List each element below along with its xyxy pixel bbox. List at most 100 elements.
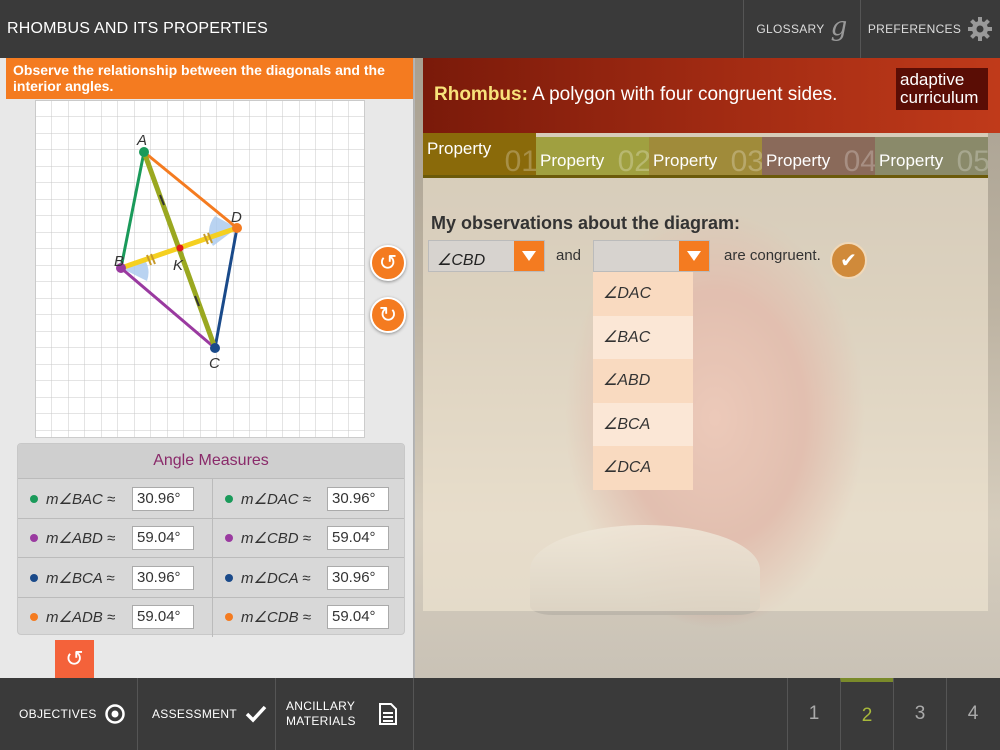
tab-label: Property bbox=[879, 151, 944, 170]
angle-measure: m∠ADB ≈ 59.04° bbox=[18, 598, 212, 637]
page-1-button[interactable]: 1 bbox=[787, 678, 840, 750]
angle-name: m∠ABD ≈ bbox=[46, 530, 116, 547]
vertex-c[interactable] bbox=[210, 343, 220, 353]
congruent-label: are congruent. bbox=[724, 247, 821, 264]
grid bbox=[35, 100, 365, 438]
angle-measures-title: Angle Measures bbox=[18, 444, 404, 478]
tab-number: 02 bbox=[617, 145, 649, 175]
tab-label: Property bbox=[766, 151, 831, 170]
angle-name: m∠CDB ≈ bbox=[241, 609, 312, 626]
tab-property-01[interactable]: Property 01 bbox=[423, 133, 536, 175]
checkmark-icon: ✔ bbox=[840, 250, 857, 272]
angle-measure: m∠BAC ≈ 30.96° bbox=[18, 479, 212, 518]
tab-property-02[interactable]: Property 02 bbox=[536, 137, 649, 175]
rhombus-diagram[interactable]: A B C D K bbox=[35, 100, 365, 438]
top-bar: RHOMBUS AND ITS PROPERTIES GLOSSARY g PR… bbox=[0, 0, 1000, 58]
target-icon bbox=[104, 704, 125, 724]
instruction-banner: Observe the relationship between the dia… bbox=[6, 58, 413, 99]
angle-measure: m∠DAC ≈ 30.96° bbox=[212, 479, 406, 518]
color-dot bbox=[225, 534, 233, 542]
objectives-label: OBJECTIVES bbox=[19, 707, 97, 721]
preferences-button[interactable]: PREFERENCES bbox=[860, 0, 1000, 58]
assessment-button[interactable]: ASSESSMENT bbox=[138, 678, 276, 750]
tab-property-05[interactable]: Property 05 bbox=[875, 137, 988, 175]
dropdown-option[interactable]: ∠DCA bbox=[593, 446, 693, 490]
brand-line-2: curriculum bbox=[900, 88, 979, 107]
angle-measure: m∠CDB ≈ 59.04° bbox=[212, 597, 406, 637]
glossary-button[interactable]: GLOSSARY g bbox=[743, 0, 860, 58]
glossary-icon: g bbox=[830, 12, 848, 42]
angle-dropdown-menu: ∠DAC ∠BAC ∠ABD ∠BCA ∠DCA bbox=[593, 272, 693, 490]
angle-row: m∠BCA ≈ 30.96° m∠DCA ≈ 30.96° bbox=[18, 557, 404, 597]
color-dot bbox=[225, 494, 233, 503]
angle-name: m∠CBD ≈ bbox=[241, 530, 312, 547]
angle-name: m∠DAC ≈ bbox=[241, 490, 312, 508]
angle-name: m∠DCA ≈ bbox=[241, 569, 311, 587]
tab-label: Property bbox=[540, 151, 605, 170]
preferences-label: PREFERENCES bbox=[867, 22, 962, 36]
angle-value: 59.04° bbox=[132, 526, 194, 550]
brand-line-1: adaptive bbox=[900, 70, 965, 89]
angle-measure: m∠BCA ≈ 30.96° bbox=[18, 558, 212, 597]
tab-property-03[interactable]: Property 03 bbox=[649, 137, 762, 175]
definition-text: A polygon with four congruent sides. bbox=[527, 84, 838, 105]
dropdown-arrow-icon[interactable] bbox=[514, 241, 544, 271]
definition-term: Rhombus: bbox=[434, 84, 528, 105]
color-dot bbox=[30, 494, 38, 503]
tab-number: 03 bbox=[730, 145, 762, 175]
color-dot bbox=[30, 613, 38, 621]
label-d: D bbox=[231, 209, 242, 226]
dropdown-option[interactable]: ∠BAC bbox=[593, 316, 693, 360]
and-label: and bbox=[556, 247, 582, 264]
reset-icon: ↺ bbox=[65, 646, 84, 671]
angle-row: m∠ADB ≈ 59.04° m∠CDB ≈ 59.04° bbox=[18, 596, 406, 637]
first-angle-select[interactable]: ∠CBD bbox=[428, 240, 545, 272]
dropdown-option[interactable]: ∠BCA bbox=[593, 403, 693, 447]
angle-measures-panel: Angle Measures m∠BAC ≈ 30.96° m∠DAC ≈ 30.96… bbox=[17, 443, 406, 637]
glossary-label: GLOSSARY bbox=[756, 22, 825, 36]
objectives-button[interactable]: OBJECTIVES bbox=[0, 678, 138, 750]
property-tabs: Property 01 Property 02 Property 03 Propert… bbox=[423, 133, 988, 175]
second-angle-select[interactable] bbox=[593, 240, 710, 272]
reset-button[interactable]: ↺ bbox=[55, 640, 94, 678]
color-dot bbox=[225, 573, 233, 582]
angle-measure: m∠ABD ≈ 59.04° bbox=[18, 519, 212, 558]
app-title: RHOMBUS AND ITS PROPERTIES bbox=[7, 20, 268, 37]
angle-name: m∠ADB ≈ bbox=[46, 609, 116, 626]
ancillary-line-1: ANCILLARY bbox=[286, 699, 356, 713]
intersection-k bbox=[176, 244, 184, 252]
angle-row: m∠BAC ≈ 30.96° m∠DAC ≈ 30.96° bbox=[18, 478, 406, 518]
check-answer-button[interactable]: ✔ bbox=[830, 242, 867, 279]
tab-label: Property bbox=[427, 139, 492, 158]
color-dot bbox=[30, 534, 38, 542]
tab-number: 01 bbox=[504, 145, 536, 175]
label-b: B bbox=[114, 253, 124, 270]
checkmark-icon bbox=[245, 705, 267, 723]
tab-property-04[interactable]: Property 04 bbox=[762, 137, 875, 175]
angle-value: 30.96° bbox=[132, 486, 194, 511]
angle-value: 30.96° bbox=[327, 565, 389, 590]
tab-underline bbox=[423, 175, 988, 178]
ancillary-materials-button[interactable]: ANCILLARY MATERIALS bbox=[276, 678, 414, 750]
rotate-left-icon: ↺ bbox=[378, 250, 398, 275]
label-a: A bbox=[136, 132, 147, 149]
angle-value: 30.96° bbox=[132, 565, 194, 590]
page-2-button[interactable]: 2 bbox=[840, 678, 893, 750]
page-3-button[interactable]: 3 bbox=[893, 678, 946, 750]
ancillary-line-2: MATERIALS bbox=[286, 714, 356, 728]
rotate-right-icon: ↻ bbox=[378, 302, 398, 327]
dropdown-arrow-icon[interactable] bbox=[679, 241, 709, 271]
color-dot bbox=[30, 573, 38, 582]
angle-measure: m∠CBD ≈ 59.04° bbox=[212, 518, 406, 558]
dropdown-option[interactable]: ∠ABD bbox=[593, 359, 693, 403]
rotate-left-button[interactable]: ↺ bbox=[370, 245, 406, 281]
definition: Rhombus: A polygon with four congruent s… bbox=[434, 84, 837, 106]
dropdown-option[interactable]: ∠DAC bbox=[593, 272, 693, 316]
angle-value: 59.04° bbox=[327, 605, 389, 629]
label-k: K bbox=[173, 257, 184, 274]
bottom-bar: OBJECTIVES ASSESSMENT ANCILLARY MATERIAL… bbox=[0, 678, 1000, 750]
gear-icon bbox=[968, 17, 993, 41]
rotate-right-button[interactable]: ↻ bbox=[370, 297, 406, 333]
tab-number: 05 bbox=[956, 145, 988, 175]
page-4-button[interactable]: 4 bbox=[946, 678, 999, 750]
